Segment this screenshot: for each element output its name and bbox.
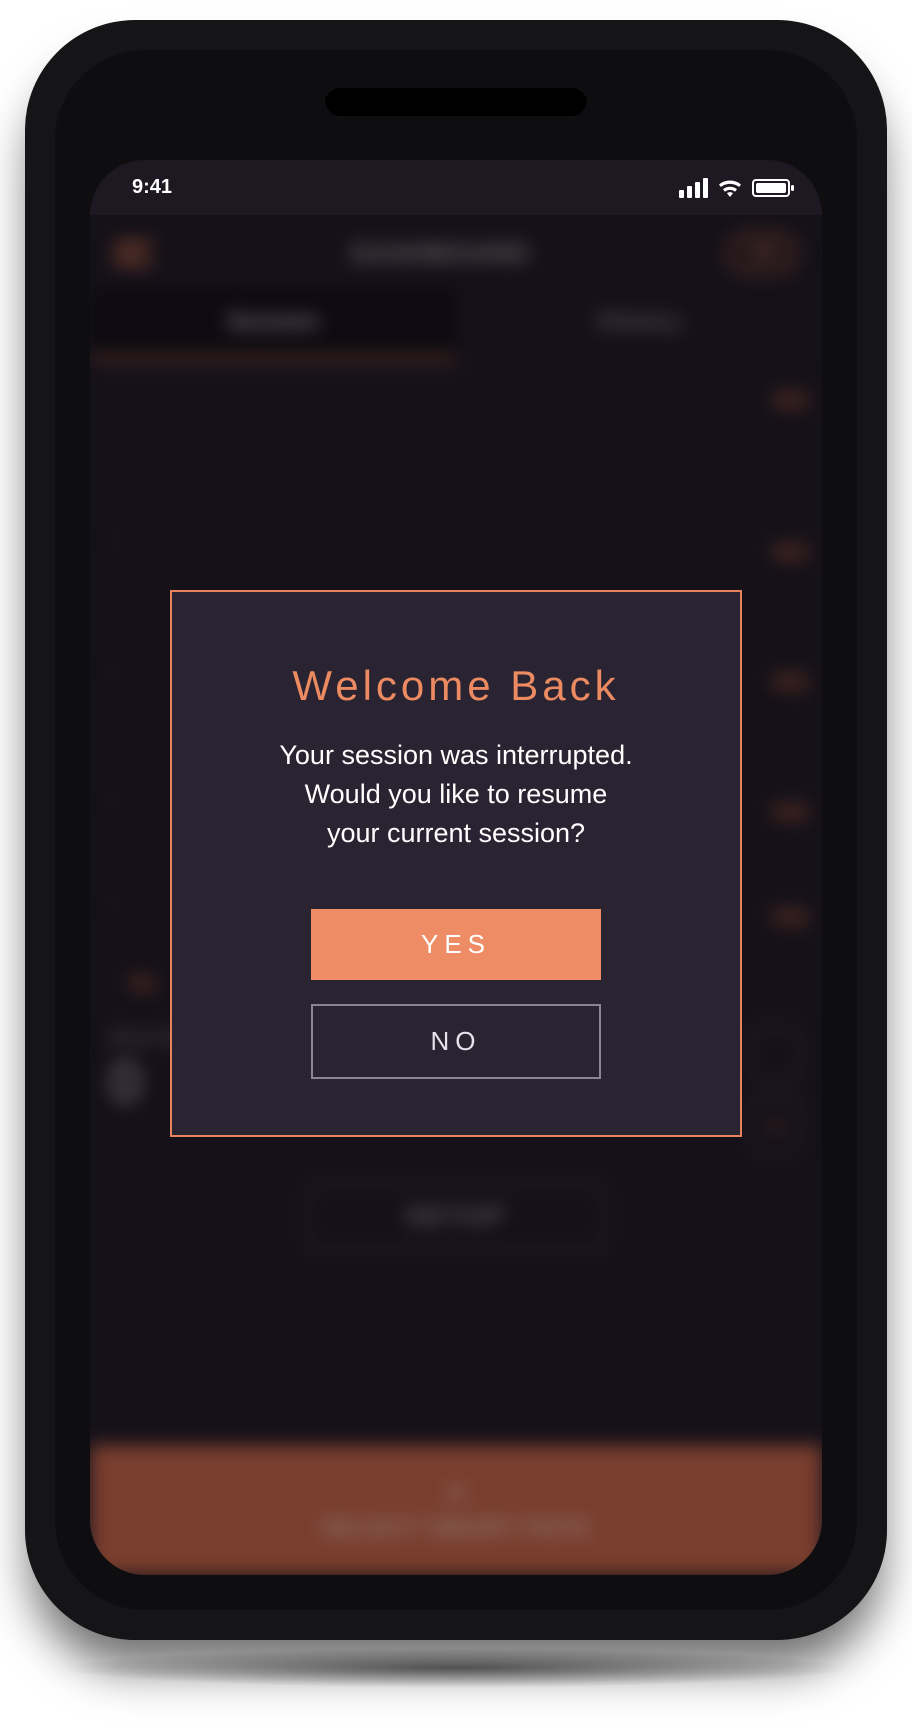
- resume-session-modal: Welcome Back Your session was interrupte…: [170, 590, 742, 1137]
- no-button[interactable]: NO: [311, 1004, 601, 1079]
- status-time: 9:41: [132, 176, 172, 199]
- modal-title: Welcome Back: [206, 662, 706, 710]
- phone-screen: 9:41 DASHBOARD 100 Session: [90, 160, 822, 1575]
- status-icons: [679, 178, 790, 198]
- phone-notch: [326, 88, 586, 116]
- yes-button[interactable]: YES: [311, 909, 601, 980]
- battery-icon: [752, 179, 790, 197]
- status-bar: 9:41: [90, 160, 822, 215]
- wifi-icon: [718, 179, 742, 197]
- device-shadow: [60, 1648, 852, 1688]
- sensor-dot: [569, 92, 587, 110]
- phone-frame: 9:41 DASHBOARD 100 Session: [25, 20, 887, 1640]
- cellular-icon: [679, 178, 708, 198]
- modal-body: Your session was interrupted. Would you …: [206, 736, 706, 853]
